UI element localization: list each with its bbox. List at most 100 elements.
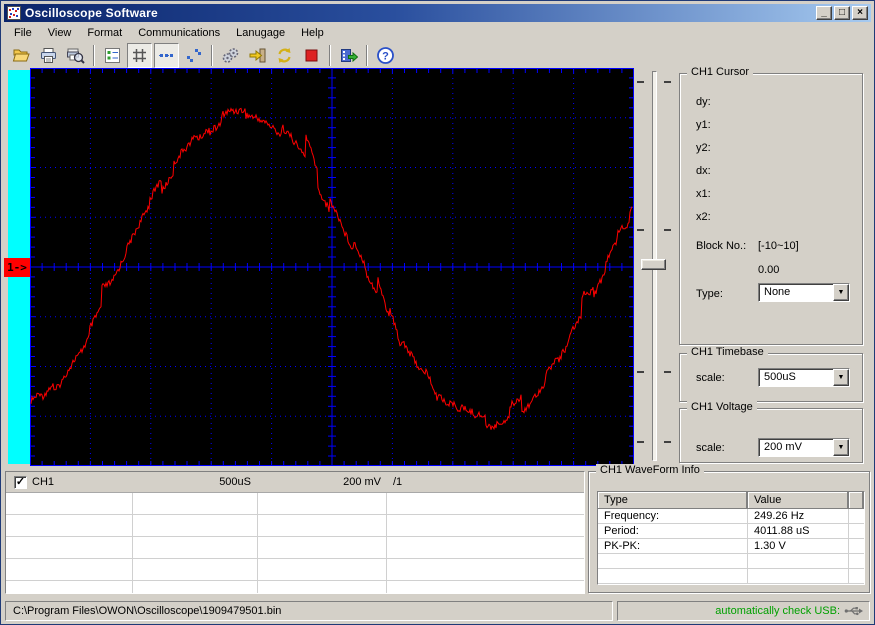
waveinfo-type: PK-PK:: [598, 539, 748, 553]
timebase-panel: CH1 Timebase scale: 500uS ▼: [679, 353, 863, 402]
cursor-panel-title: CH1 Cursor: [687, 66, 753, 78]
vertical-slider-handle[interactable]: [641, 259, 666, 270]
waveform-info-title: CH1 WaveForm Info: [596, 464, 704, 476]
toolbar-separator: [211, 45, 213, 66]
waveinfo-row: Period:4011.88 uS: [598, 524, 864, 539]
toolbar-button-connect-device[interactable]: [245, 43, 270, 68]
channel1-position-marker[interactable]: 1->: [4, 258, 30, 277]
points-display-icon: [184, 46, 203, 65]
toolbar-button-grid-display[interactable]: [127, 43, 152, 68]
print-icon: [39, 46, 58, 65]
menu-item-lanugage[interactable]: Lanugage: [228, 25, 293, 41]
minimize-button[interactable]: _: [816, 6, 832, 20]
menu-item-help[interactable]: Help: [293, 25, 332, 41]
channel-row-empty: [6, 559, 584, 581]
cursor-type-value: None: [759, 284, 833, 301]
toolbar-button-help[interactable]: ?: [373, 43, 398, 68]
svg-text:?: ?: [382, 51, 389, 63]
help-icon: ?: [376, 46, 395, 65]
slider-tick: [637, 441, 644, 443]
timebase-scale-value: 500uS: [759, 369, 833, 386]
channel-voltage: 200 mV: [6, 476, 381, 488]
waveinfo-value: 4011.88 uS: [748, 524, 849, 538]
cursor-field-dx: dx:: [696, 165, 711, 177]
toolbar-button-open[interactable]: [9, 43, 34, 68]
column-divider: [132, 493, 133, 593]
voltage-scale-value: 200 mV: [759, 439, 833, 456]
toolbar-button-dotted-line-display[interactable]: [154, 43, 179, 68]
slider-tick: [637, 371, 644, 373]
waveinfo-row: PK-PK:1.30 V: [598, 539, 864, 554]
voltage-panel: CH1 Voltage scale: 200 mV ▼: [679, 408, 863, 463]
toolbar-separator: [329, 45, 331, 66]
usb-icon: [844, 605, 864, 617]
toolbar-separator: [366, 45, 368, 66]
open-icon: [12, 46, 31, 65]
waveinfo-header-type[interactable]: Type: [598, 492, 748, 509]
chevron-down-icon[interactable]: ▼: [833, 439, 849, 456]
cursor-field-y1: y1:: [696, 119, 711, 131]
app-window: Oscilloscope Software _ □ × FileViewForm…: [0, 0, 875, 625]
toolbar-button-refresh[interactable]: [272, 43, 297, 68]
slider-tick: [637, 229, 644, 231]
scope-display: [30, 68, 634, 466]
usb-status-text: automatically check USB:: [715, 605, 840, 617]
channel-list: ✓CH1500uS200 mV/1: [5, 471, 585, 594]
channel-row-empty: [6, 581, 584, 594]
close-button[interactable]: ×: [852, 6, 868, 20]
menu-item-view[interactable]: View: [40, 25, 80, 41]
column-divider: [386, 493, 387, 593]
settings-icon: [221, 46, 240, 65]
waveinfo-type: Period:: [598, 524, 748, 538]
waveinfo-header-filler: [849, 492, 864, 509]
waveform-info-panel: CH1 WaveForm Info TypeValueFrequency:249…: [588, 471, 870, 593]
toolbar-button-stop[interactable]: [299, 43, 324, 68]
menu-item-file[interactable]: File: [6, 25, 40, 41]
slider-tick: [664, 371, 671, 373]
title-bar: Oscilloscope Software _ □ ×: [4, 4, 871, 22]
waveinfo-value: 1.30 V: [748, 539, 849, 553]
print-preview-icon: [66, 46, 85, 65]
grid-display-icon: [130, 46, 149, 65]
chevron-down-icon[interactable]: ▼: [833, 284, 849, 301]
menu-item-format[interactable]: Format: [79, 25, 130, 41]
chevron-down-icon[interactable]: ▼: [833, 369, 849, 386]
menu-item-communications[interactable]: Communications: [130, 25, 228, 41]
block-no-value: 0.00: [758, 264, 779, 276]
waveinfo-header-value[interactable]: Value: [748, 492, 849, 509]
channel-row-empty: [6, 493, 584, 515]
channel-row-empty: [6, 515, 584, 537]
dotted-line-display-icon: [157, 46, 176, 65]
toolbar-button-export-data[interactable]: [336, 43, 361, 68]
toolbar-button-print[interactable]: [36, 43, 61, 68]
toolbar-button-channel-list[interactable]: [100, 43, 125, 68]
voltage-panel-title: CH1 Voltage: [687, 401, 757, 413]
cursor-type-select[interactable]: None ▼: [758, 283, 850, 302]
toolbar: ?: [4, 42, 871, 69]
waveinfo-value: [748, 554, 849, 568]
block-no-range: [-10~10]: [758, 240, 799, 252]
window-title: Oscilloscope Software: [25, 6, 158, 20]
slider-tick: [664, 441, 671, 443]
channel-list-icon: [103, 46, 122, 65]
waveinfo-type: Frequency:: [598, 509, 748, 523]
toolbar-button-points-display[interactable]: [181, 43, 206, 68]
waveinfo-type: [598, 554, 748, 568]
channel-row[interactable]: ✓CH1500uS200 mV/1: [6, 472, 584, 493]
toolbar-button-settings[interactable]: [218, 43, 243, 68]
voltage-scale-label: scale:: [696, 442, 725, 454]
cursor-field-dy: dy:: [696, 96, 711, 108]
timebase-scale-label: scale:: [696, 372, 725, 384]
toolbar-button-print-preview[interactable]: [63, 43, 88, 68]
waveinfo-row: [598, 569, 864, 584]
maximize-button[interactable]: □: [834, 6, 850, 20]
timebase-panel-title: CH1 Timebase: [687, 346, 768, 358]
timebase-scale-select[interactable]: 500uS ▼: [758, 368, 850, 387]
channel-row-empty: [6, 537, 584, 559]
channel-probe: /1: [393, 476, 402, 488]
voltage-scale-select[interactable]: 200 mV ▼: [758, 438, 850, 457]
column-divider: [257, 493, 258, 593]
slider-tick: [664, 81, 671, 83]
toolbar-separator: [93, 45, 95, 66]
waveinfo-value: 249.26 Hz: [748, 509, 849, 523]
